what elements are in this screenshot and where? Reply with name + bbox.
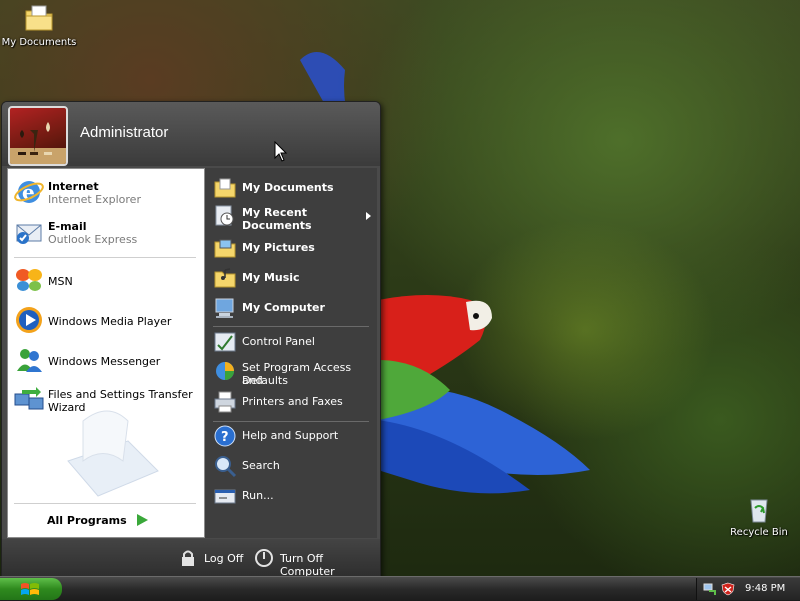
submenu-arrow-icon bbox=[366, 212, 371, 220]
padlock-icon bbox=[182, 550, 194, 566]
msn-butterfly-icon bbox=[16, 269, 42, 291]
help-label: Help and Support bbox=[242, 429, 339, 442]
all-programs-button[interactable]: All Programs bbox=[44, 510, 164, 530]
place-my-computer[interactable]: My Computer bbox=[209, 296, 375, 322]
recent-item-label-line1: Files and Settings Transfer bbox=[48, 388, 193, 401]
transfer-wizard-watermark bbox=[67, 410, 159, 497]
all-programs-label: All Programs bbox=[47, 514, 127, 527]
start-menu-right-pane: My Documents My Recent Documents My Pict… bbox=[205, 168, 377, 538]
settings-label: Control Panel bbox=[242, 335, 315, 348]
recent-item-windows-messenger[interactable]: Windows Messenger bbox=[11, 342, 201, 378]
windows-messenger-icon bbox=[17, 349, 42, 372]
settings-label: Printers and Faxes bbox=[242, 395, 343, 408]
start-menu: Administrator e Internet Internet Explor… bbox=[1, 101, 381, 580]
chess-pieces-avatar bbox=[10, 122, 66, 164]
windows-logo-icon bbox=[21, 583, 39, 595]
turn-off-computer-button[interactable]: Turn Off Computer bbox=[252, 548, 376, 578]
place-label-line1: My Recent bbox=[242, 206, 307, 219]
recent-item-label: MSN bbox=[48, 275, 73, 288]
internet-explorer-icon: e bbox=[14, 180, 44, 204]
desktop-icon-label: My Documents bbox=[1, 37, 77, 48]
place-my-recent-documents[interactable]: My Recent Documents bbox=[209, 204, 375, 232]
security-shield-icon[interactable] bbox=[721, 582, 735, 596]
user-avatar[interactable] bbox=[8, 106, 68, 166]
run[interactable]: Run... bbox=[209, 484, 375, 510]
help-and-support[interactable]: ? Help and Support bbox=[209, 424, 375, 450]
start-button[interactable] bbox=[0, 578, 62, 600]
user-name: Administrator bbox=[80, 124, 169, 141]
recent-item-msn[interactable]: MSN bbox=[11, 262, 201, 298]
start-menu-header: Administrator bbox=[2, 102, 380, 166]
control-panel-icon bbox=[214, 332, 236, 352]
printer-icon bbox=[214, 391, 236, 413]
pinned-item-title: Internet bbox=[48, 180, 99, 193]
place-label: My Pictures bbox=[242, 241, 315, 254]
settings-printers-faxes[interactable]: Printers and Faxes bbox=[209, 390, 375, 416]
recent-documents-icon bbox=[215, 205, 234, 226]
place-my-pictures[interactable]: My Pictures bbox=[209, 236, 375, 262]
green-arrow-icon bbox=[137, 514, 148, 526]
mouse-cursor-icon bbox=[274, 141, 288, 162]
search[interactable]: Search bbox=[209, 454, 375, 480]
desktop-icon-label: Recycle Bin bbox=[730, 527, 788, 538]
recent-item-windows-media-player[interactable]: Windows Media Player bbox=[11, 302, 201, 338]
help-label: Search bbox=[242, 459, 280, 472]
taskbar-clock[interactable]: 9:48 PM bbox=[745, 583, 785, 594]
turn-off-label: Turn Off Computer bbox=[280, 552, 335, 578]
computer-icon bbox=[215, 298, 234, 318]
program-access-icon bbox=[216, 362, 234, 380]
recycle-bin-icon bbox=[750, 499, 768, 523]
network-icon[interactable] bbox=[703, 582, 717, 596]
help-icon: ? bbox=[214, 425, 236, 447]
taskbar: 9:48 PM bbox=[0, 576, 800, 601]
search-icon bbox=[215, 456, 237, 478]
place-my-music[interactable]: My Music bbox=[209, 266, 375, 292]
place-my-documents[interactable]: My Documents bbox=[209, 176, 375, 202]
start-menu-footer: Log Off Turn Off Computer bbox=[2, 539, 380, 579]
all-programs-separator bbox=[14, 503, 196, 504]
settings-set-program-access[interactable]: Set Program Access and Defaults bbox=[209, 359, 375, 387]
pinned-item-internet[interactable]: e Internet Internet Explorer bbox=[11, 174, 201, 210]
power-icon bbox=[255, 549, 273, 567]
folder-pictures-icon bbox=[214, 239, 236, 258]
place-label-line2: Documents bbox=[242, 219, 312, 232]
system-tray: 9:48 PM bbox=[696, 578, 800, 600]
recent-item-label: Windows Media Player bbox=[48, 315, 172, 328]
windows-media-player-icon bbox=[16, 307, 42, 333]
pinned-item-subtitle: Outlook Express bbox=[48, 233, 138, 246]
transfer-wizard-icon bbox=[14, 387, 44, 410]
recent-item-label: Windows Messenger bbox=[48, 355, 161, 368]
outlook-express-icon bbox=[16, 224, 42, 244]
run-icon bbox=[214, 489, 236, 504]
folder-documents-icon bbox=[214, 178, 236, 198]
places-separator bbox=[213, 326, 369, 327]
desktop-icon-my-documents[interactable]: My Documents bbox=[0, 2, 84, 48]
folder-music-icon bbox=[214, 268, 236, 288]
log-off-button[interactable]: Log Off bbox=[178, 548, 244, 570]
desktop-icon-recycle-bin[interactable]: Recycle Bin bbox=[714, 494, 800, 538]
help-label: Run... bbox=[242, 489, 274, 502]
pinned-item-title: E-mail bbox=[48, 220, 87, 233]
place-label: My Music bbox=[242, 271, 300, 284]
pinned-item-email[interactable]: E-mail Outlook Express bbox=[11, 214, 201, 250]
start-menu-left-pane: e Internet Internet Explorer E-mail Outl… bbox=[7, 168, 205, 538]
log-off-label: Log Off bbox=[204, 552, 244, 565]
my-documents-folder-icon bbox=[25, 5, 53, 31]
pinned-separator bbox=[14, 257, 196, 258]
place-label: My Computer bbox=[242, 301, 325, 314]
settings-label-line2: Defaults bbox=[242, 374, 288, 387]
pinned-item-subtitle: Internet Explorer bbox=[48, 193, 141, 206]
place-label: My Documents bbox=[242, 181, 334, 194]
settings-control-panel[interactable]: Control Panel bbox=[209, 330, 375, 356]
settings-separator bbox=[213, 421, 369, 422]
svg-text:?: ? bbox=[221, 430, 229, 445]
